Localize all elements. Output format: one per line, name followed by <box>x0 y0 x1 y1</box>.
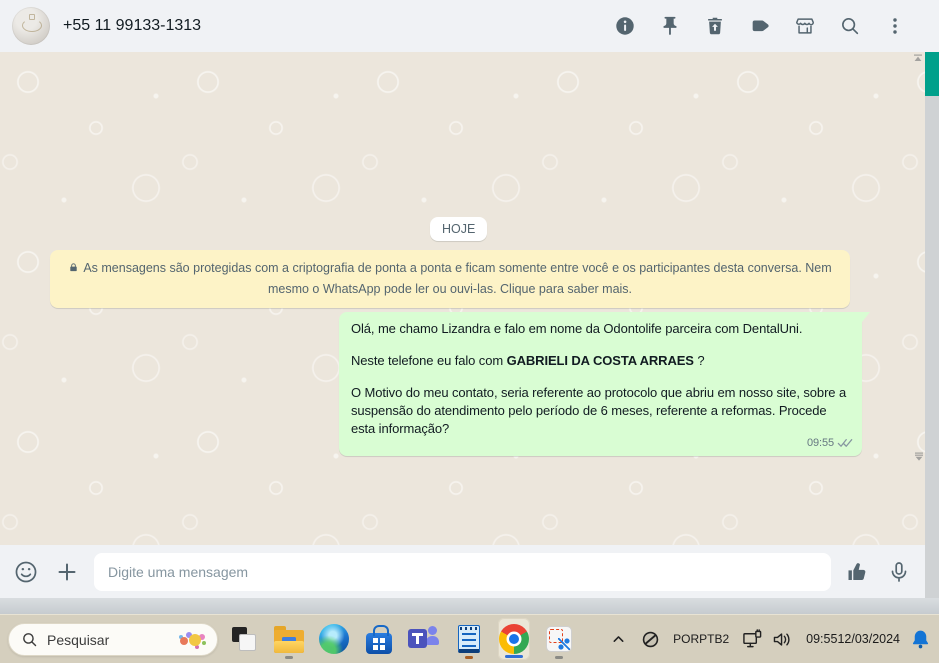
taskbar-item-notepad[interactable] <box>453 617 485 661</box>
trash-icon[interactable] <box>703 14 727 38</box>
notification-bell-icon[interactable] <box>909 628 932 651</box>
emoji-icon[interactable] <box>12 558 40 586</box>
search-label: Pesquisar <box>47 631 110 648</box>
chat-scrollbar-thumb[interactable] <box>925 52 939 96</box>
thumbs-up-icon[interactable] <box>844 558 872 586</box>
running-indicator <box>285 656 293 659</box>
taskbar-item-file-explorer[interactable] <box>273 617 305 661</box>
message-paragraph-2: Neste telefone eu falo com GABRIELI DA C… <box>351 352 850 370</box>
microsoft-store-icon <box>366 624 392 654</box>
lock-icon <box>70 263 78 272</box>
chat-scrollbar-track[interactable] <box>925 52 939 598</box>
outgoing-message-bubble: Olá, me chamo Lizandra e falo em nome da… <box>339 312 870 456</box>
message-p2-contact-name: GABRIELI DA COSTA ARRAES <box>506 353 694 368</box>
label-icon[interactable] <box>748 14 772 38</box>
chat-area: HOJE As mensagens são protegidas com a c… <box>0 52 939 545</box>
taskbar-item-task-view[interactable] <box>228 617 260 661</box>
file-explorer-icon <box>274 625 304 653</box>
taskbar-item-snipping-tool[interactable] <box>543 617 575 661</box>
task-view-icon <box>232 627 256 651</box>
running-indicator <box>555 656 563 659</box>
search-icon[interactable] <box>838 14 862 38</box>
taskbar: Pesquisar POR PTB2 09:55 12/03/2024 <box>0 614 939 663</box>
info-icon[interactable] <box>613 14 637 38</box>
language-line2: PTB2 <box>699 632 730 646</box>
contact-title[interactable]: +55 11 99133-1313 <box>63 17 201 35</box>
search-icon <box>23 633 37 647</box>
chrome-icon <box>499 624 529 654</box>
double-check-icon <box>837 439 853 447</box>
chevron-up-icon[interactable] <box>611 632 626 647</box>
kebab-menu-icon[interactable] <box>883 14 907 38</box>
window-bottom-edge <box>0 598 939 614</box>
taskbar-search[interactable]: Pesquisar <box>8 623 218 656</box>
storefront-icon[interactable] <box>793 14 817 38</box>
active-indicator <box>505 655 523 658</box>
message-time: 09:55 <box>806 437 834 449</box>
search-flowers-icon <box>189 633 201 646</box>
message-p2-suffix: ? <box>693 353 705 368</box>
taskbar-item-teams[interactable] <box>408 617 440 661</box>
clock[interactable]: 09:55 12/03/2024 <box>806 632 900 647</box>
contact-avatar[interactable] <box>12 7 50 45</box>
message-meta: 09:55 <box>807 434 853 452</box>
date-badge: HOJE <box>430 217 488 241</box>
snipping-tool-icon <box>546 626 572 652</box>
message-input[interactable] <box>94 552 831 591</box>
tray-date: 12/03/2024 <box>837 631 900 646</box>
taskbar-item-microsoft-store[interactable] <box>363 617 395 661</box>
pin-icon[interactable] <box>658 14 682 38</box>
teams-icon <box>408 626 440 652</box>
encryption-notice[interactable]: As mensagens são protegidas com a cripto… <box>50 250 850 308</box>
notepad-icon <box>458 625 480 653</box>
microphone-icon[interactable] <box>885 558 913 586</box>
language-indicator[interactable]: POR PTB2 <box>673 632 729 646</box>
message-paragraph-3: O Motivo do meu contato, seria referente… <box>351 385 847 436</box>
composer-bar <box>0 545 925 598</box>
taskbar-item-edge[interactable] <box>318 617 350 661</box>
header-actions <box>613 14 907 38</box>
message-p2-prefix: Neste telefone eu falo com <box>351 353 507 368</box>
scroll-down-icon[interactable] <box>912 451 925 461</box>
encryption-notice-text: As mensagens são protegidas com a cripto… <box>83 261 832 296</box>
attach-plus-icon[interactable] <box>53 558 81 586</box>
scroll-up-icon[interactable] <box>911 53 924 63</box>
taskbar-item-chrome[interactable] <box>498 618 530 660</box>
volume-icon[interactable] <box>772 631 793 648</box>
blocked-status-icon[interactable] <box>641 630 660 649</box>
running-indicator <box>465 656 473 659</box>
date-badge-label: HOJE <box>442 222 476 236</box>
edge-icon <box>319 624 349 654</box>
network-icon[interactable] <box>742 629 763 649</box>
message-paragraph-1: Olá, me chamo Lizandra e falo em nome da… <box>351 321 803 336</box>
system-tray: POR PTB2 09:55 12/03/2024 <box>611 615 939 663</box>
language-line1: POR <box>673 632 700 646</box>
chat-header: +55 11 99133-1313 <box>0 0 939 52</box>
screen: +55 11 99133-1313 HOJE As mensagens são … <box>0 0 939 663</box>
tray-time: 09:55 <box>806 631 838 646</box>
taskbar-apps <box>228 615 575 663</box>
